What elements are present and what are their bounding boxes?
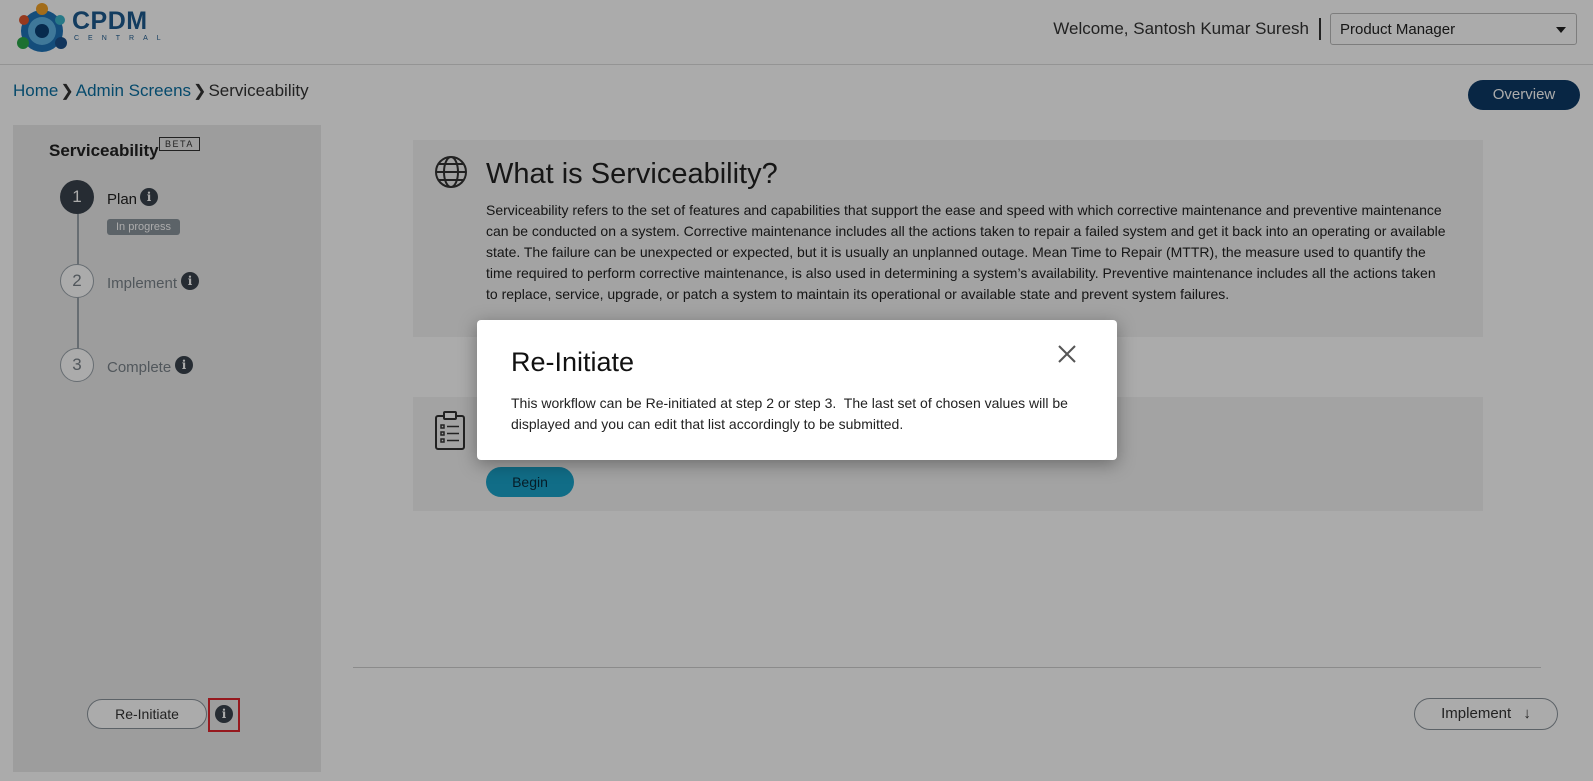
modal-title: Re-Initiate xyxy=(511,347,635,377)
close-icon[interactable] xyxy=(1055,342,1079,366)
re-initiate-modal: Re-Initiate This workflow can be Re-init… xyxy=(477,320,1117,460)
modal-body: This workflow can be Re-initiated at ste… xyxy=(511,395,1072,432)
